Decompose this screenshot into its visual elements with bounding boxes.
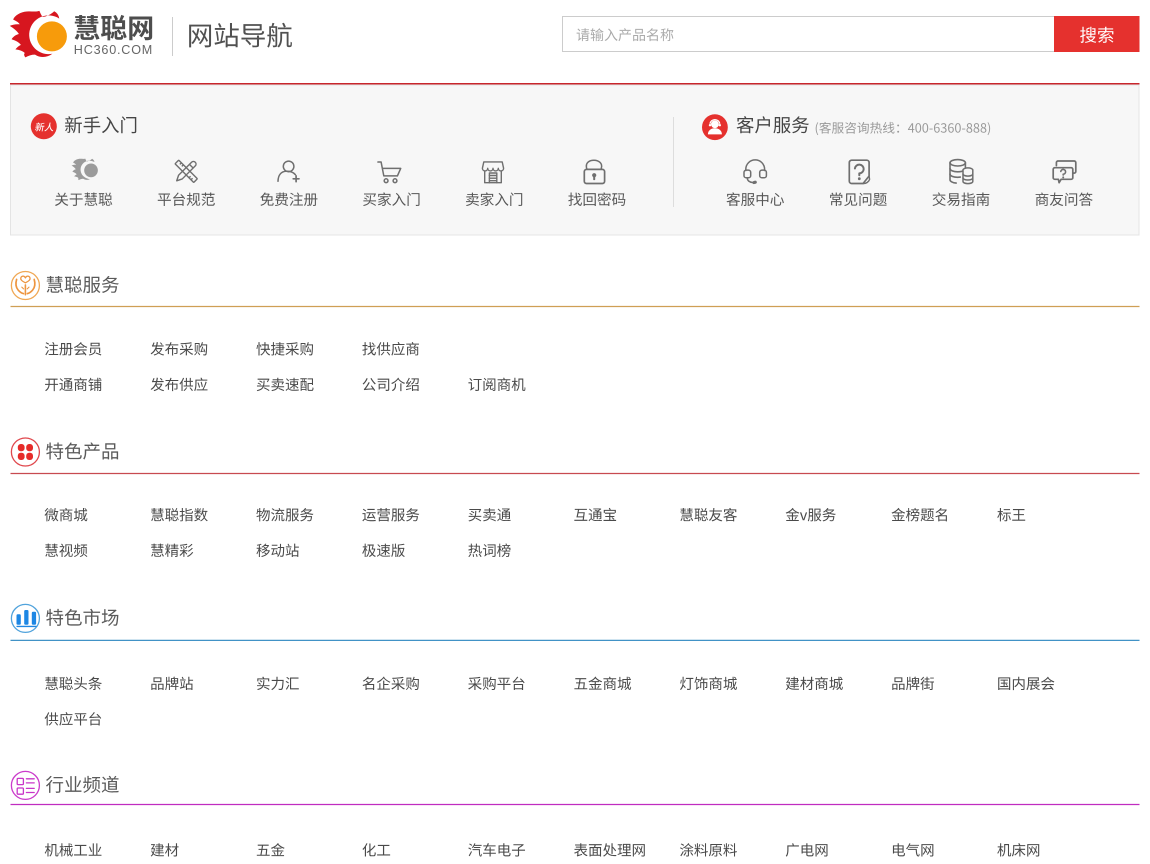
svg-text:HC360.COM: HC360.COM bbox=[74, 43, 153, 57]
